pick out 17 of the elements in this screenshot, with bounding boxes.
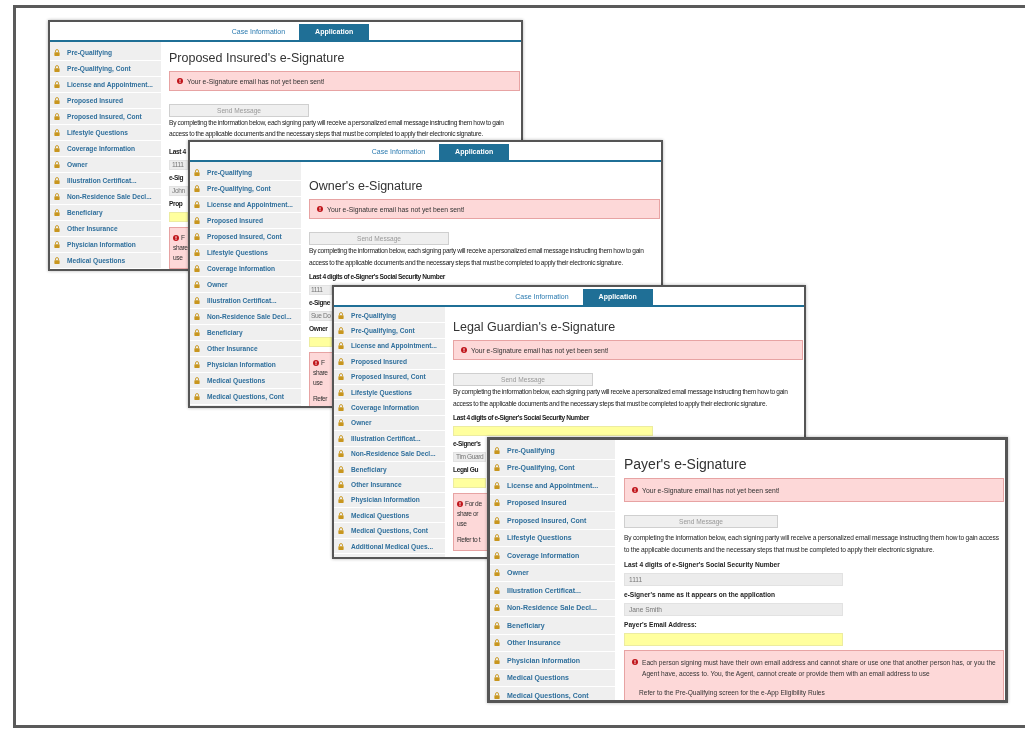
alert-icon	[632, 659, 638, 665]
input-field[interactable]	[309, 337, 332, 347]
page-title: Payer's e-Signature	[624, 455, 748, 473]
input-field[interactable]	[169, 212, 188, 222]
alert-icon	[457, 501, 463, 507]
input-field[interactable]	[453, 426, 653, 436]
alert-icon	[313, 360, 319, 366]
alert-icon	[317, 206, 323, 212]
input-field[interactable]	[453, 478, 486, 488]
alert-icon	[461, 347, 467, 353]
alert-icon	[177, 78, 183, 84]
page-title: Owner's e-Signature	[309, 178, 424, 194]
page-title: Proposed Insured's e-Signature	[169, 50, 346, 66]
page-title: Legal Guardian's e-Signature	[453, 319, 617, 335]
alert-icon	[632, 487, 638, 493]
input-field[interactable]	[624, 633, 843, 646]
alert-icon	[173, 235, 179, 241]
